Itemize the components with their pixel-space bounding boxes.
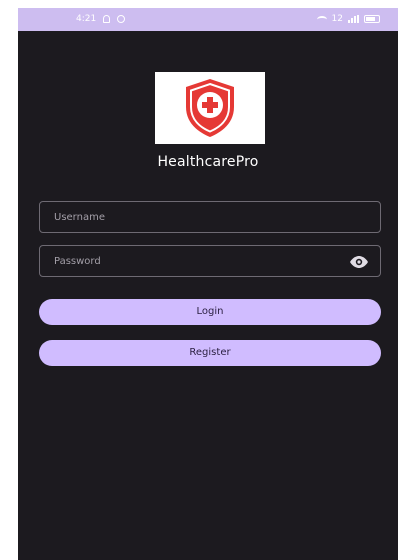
status-left: 4:21 [76,14,126,24]
battery-icon [364,15,380,23]
bell-icon [103,15,111,23]
username-field-container [39,201,381,233]
status-bar: 4:21 12 [18,8,398,31]
shield-medical-cross-icon [186,79,234,137]
signal-icon [348,15,359,23]
password-input[interactable] [40,246,380,276]
login-screen: 4:21 12 HealthcarePro Username Login Reg… [18,8,398,560]
username-input[interactable] [40,202,380,232]
network-label: 12 [331,14,343,24]
status-time: 4:21 [76,14,97,24]
register-button[interactable]: Register [39,340,381,366]
app-logo [155,72,265,144]
app-name: HealthcarePro [157,154,259,170]
eye-icon[interactable] [349,255,369,269]
password-field-container [39,245,381,277]
login-button[interactable]: Login [39,299,381,325]
status-right: 12 [316,14,380,24]
circle-icon [117,15,126,23]
wifi-icon [316,15,327,23]
